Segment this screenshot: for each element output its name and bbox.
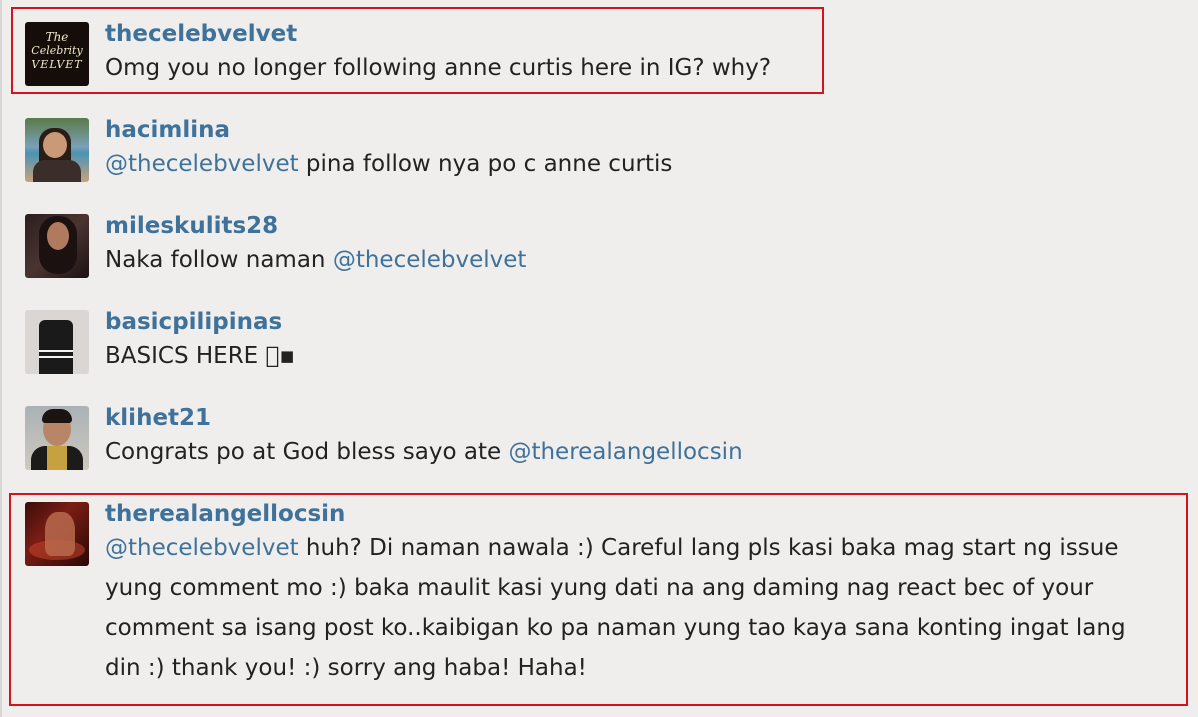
comment-username[interactable]: basicpilipinas: [105, 308, 295, 336]
comment-text-line: din :) thank you! :) sorry ang haba! Hah…: [105, 648, 1126, 688]
celebvelvet-logo-avatar[interactable]: The Celebrity VELVET: [25, 22, 89, 86]
comment-item: klihet21 Congrats po at God bless sayo a…: [25, 404, 743, 472]
comment-item: The Celebrity VELVET thecelebvelvet Omg …: [25, 20, 771, 88]
user-photo-avatar[interactable]: [25, 502, 89, 566]
comment-text: Naka follow naman @thecelebvelvet: [105, 240, 526, 280]
mention-link[interactable]: @thecelebvelvet: [333, 247, 527, 273]
avatar-logo-text: VELVET: [31, 58, 83, 71]
comment-text-line: @thecelebvelvet huh? Di naman nawala :) …: [105, 528, 1126, 568]
user-photo-avatar[interactable]: [25, 214, 89, 278]
comment-text-segment: comment sa isang post ko..kaibigan ko pa…: [105, 615, 1126, 641]
comment-text-segment: Omg you no longer following anne curtis …: [105, 55, 772, 81]
comment-text-segment: BASICS HERE 🏻▪: [105, 343, 295, 369]
left-divider: [0, 0, 2, 717]
comment-username[interactable]: thecelebvelvet: [105, 20, 771, 48]
mention-link[interactable]: @thecelebvelvet: [105, 535, 299, 561]
comment-item: hacimlina @thecelebvelvet pina follow ny…: [25, 116, 672, 184]
comment-text-segment: Naka follow naman: [105, 247, 333, 273]
comment-text: Omg you no longer following anne curtis …: [105, 48, 771, 88]
comment-text: @thecelebvelvet pina follow nya po c ann…: [105, 144, 672, 184]
comment-text-line: yung comment mo :) baka maulit kasi yung…: [105, 568, 1126, 608]
comment-text-segment: Congrats po at God bless sayo ate: [105, 439, 509, 465]
comment-item: mileskulits28 Naka follow naman @thecele…: [25, 212, 526, 280]
comment-item: therealangellocsin @thecelebvelvet huh? …: [25, 500, 1126, 688]
user-photo-avatar[interactable]: [25, 406, 89, 470]
user-photo-avatar[interactable]: [25, 118, 89, 182]
comment-text-segment: din :) thank you! :) sorry ang haba! Hah…: [105, 655, 587, 681]
comment-text-segment: pina follow nya po c anne curtis: [298, 151, 673, 177]
comment-item: basicpilipinas BASICS HERE 🏻▪: [25, 308, 295, 376]
avatar-logo-text: Celebrity: [31, 44, 83, 57]
comment-text-segment: yung comment mo :) baka maulit kasi yung…: [105, 575, 1094, 601]
user-photo-avatar[interactable]: [25, 310, 89, 374]
comment-text-segment: huh? Di naman nawala :) Careful lang pls…: [298, 535, 1119, 561]
comment-username[interactable]: hacimlina: [105, 116, 672, 144]
avatar-logo-text: The: [45, 30, 69, 44]
comment-username[interactable]: mileskulits28: [105, 212, 526, 240]
comment-text-line: comment sa isang post ko..kaibigan ko pa…: [105, 608, 1126, 648]
mention-link[interactable]: @therealangellocsin: [508, 439, 742, 465]
comment-username[interactable]: therealangellocsin: [105, 500, 1126, 528]
comment-text: Congrats po at God bless sayo ate @there…: [105, 432, 743, 472]
mention-link[interactable]: @thecelebvelvet: [105, 151, 299, 177]
comment-username[interactable]: klihet21: [105, 404, 743, 432]
comment-text: BASICS HERE 🏻▪: [105, 336, 295, 376]
